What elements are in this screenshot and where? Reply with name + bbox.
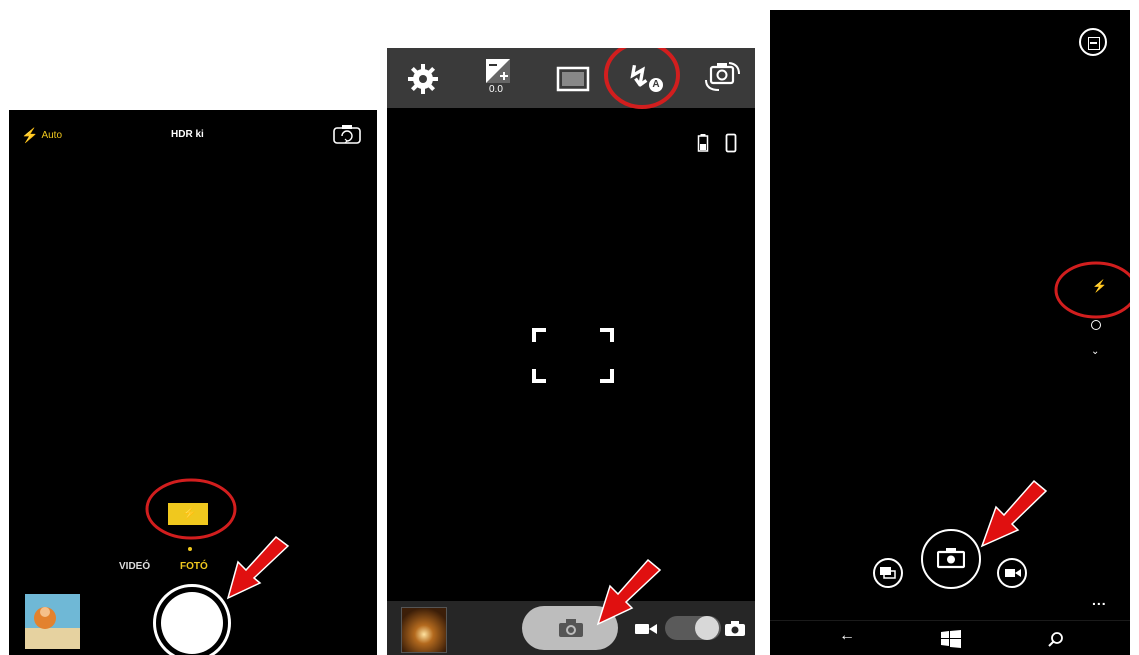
more-options[interactable]: ... <box>1092 592 1107 608</box>
flash-auto-control[interactable]: ⚡ Auto <box>21 126 62 144</box>
video-mode-button[interactable] <box>997 558 1027 588</box>
android-camera-panel: 0.0 ↯ A <box>387 48 755 655</box>
windows-camera-panel: ⚡ ⌄ ... ← <box>770 10 1130 655</box>
focus-frame <box>532 328 614 383</box>
highlight-circle <box>145 478 237 540</box>
thumbnail[interactable] <box>401 607 447 653</box>
camera-icon <box>937 548 965 569</box>
switch-camera-icon[interactable] <box>332 123 362 145</box>
photo-icon[interactable] <box>725 621 745 637</box>
exposure-value: 0.0 <box>489 84 503 95</box>
mode-toggle[interactable] <box>665 616 721 640</box>
red-arrow <box>980 479 1048 548</box>
photo-mode-button[interactable] <box>873 558 903 588</box>
windows-icon[interactable] <box>941 630 961 648</box>
mode-dot <box>188 547 192 551</box>
switch-camera-icon[interactable] <box>703 60 743 94</box>
camera-icon <box>558 618 584 638</box>
chevron-down-icon[interactable]: ⌄ <box>1091 346 1099 357</box>
phone-icon <box>725 133 737 153</box>
back-icon[interactable]: ← <box>839 627 855 645</box>
ios-camera-panel: ⚡ Auto HDR ki ⚡ VIDEÓ FOTÓ <box>9 110 377 655</box>
highlight-circle <box>1054 261 1130 319</box>
exposure-icon[interactable] <box>485 58 511 84</box>
mode-photo[interactable]: FOTÓ <box>180 561 208 572</box>
photo-mode-icon <box>880 567 896 579</box>
menu-icon[interactable] <box>1079 28 1107 56</box>
highlight-circle <box>604 48 680 109</box>
hdr-toggle[interactable]: HDR ki <box>171 129 204 140</box>
mode-video[interactable]: VIDEÓ <box>119 561 150 572</box>
flash-icon: ⚡ <box>21 126 39 143</box>
flash-mode-label: Auto <box>41 129 63 141</box>
red-arrow <box>226 535 290 600</box>
red-arrow <box>596 558 662 626</box>
battery-icon <box>697 133 709 153</box>
video-icon <box>1005 569 1021 577</box>
settings-icon[interactable] <box>407 63 439 95</box>
settings-icon[interactable] <box>1091 320 1101 330</box>
search-icon[interactable] <box>1048 631 1064 647</box>
aspect-ratio-icon[interactable] <box>556 66 590 92</box>
thumbnail[interactable] <box>25 594 80 649</box>
